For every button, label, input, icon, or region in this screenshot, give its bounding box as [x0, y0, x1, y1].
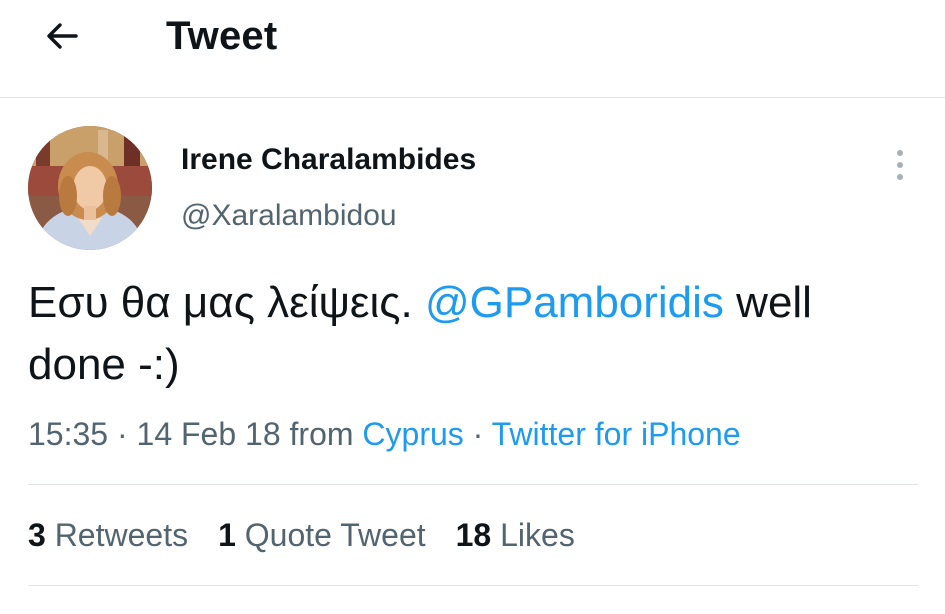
meta-separator: · — [463, 416, 492, 452]
mention-link[interactable]: @GPamboridis — [425, 278, 724, 327]
likes-stat[interactable]: 18 Likes — [456, 515, 575, 555]
likes-label: Likes — [500, 517, 575, 553]
more-options-button[interactable] — [885, 145, 915, 185]
divider — [28, 585, 918, 586]
arrow-left-icon — [47, 23, 78, 49]
quote-tweets-stat[interactable]: 1 Quote Tweet — [218, 515, 426, 555]
retweets-label: Retweets — [54, 517, 189, 553]
from-label: from — [289, 416, 354, 452]
author-name[interactable]: Irene Charalambides — [181, 140, 476, 180]
top-bar: Tweet — [0, 0, 945, 98]
tweet-time[interactable]: 15:35 — [28, 416, 108, 452]
client-link[interactable]: Twitter for iPhone — [492, 416, 741, 452]
profile-photo — [28, 126, 152, 250]
tweet-text: Εσυ θα μας λείψεις. @GPamboridis well do… — [28, 272, 918, 396]
page-title: Tweet — [166, 14, 278, 58]
quotes-label: Quote Tweet — [244, 517, 426, 553]
location-link[interactable]: Cyprus — [362, 416, 463, 452]
divider — [28, 484, 918, 485]
more-dot-icon — [897, 162, 903, 168]
back-button[interactable] — [40, 14, 84, 58]
quotes-count: 1 — [218, 517, 236, 553]
retweets-stat[interactable]: 3 Retweets — [28, 515, 188, 555]
likes-count: 18 — [455, 517, 492, 553]
author-handle[interactable]: @Xaralambidou — [181, 196, 397, 236]
tweet-text-part: Εσυ θα μας λείψεις. — [28, 278, 425, 327]
more-dot-icon — [897, 150, 903, 156]
tweet-date[interactable]: 14 Feb 18 — [137, 416, 281, 452]
retweets-count: 3 — [28, 517, 46, 553]
engagement-stats: 3 Retweets 1 Quote Tweet 18 Likes — [28, 515, 605, 555]
meta-separator: · — [108, 416, 137, 452]
tweet-metadata: 15:35 · 14 Feb 18 from Cyprus · Twitter … — [28, 414, 741, 454]
more-dot-icon — [897, 174, 903, 180]
avatar[interactable] — [28, 126, 152, 250]
